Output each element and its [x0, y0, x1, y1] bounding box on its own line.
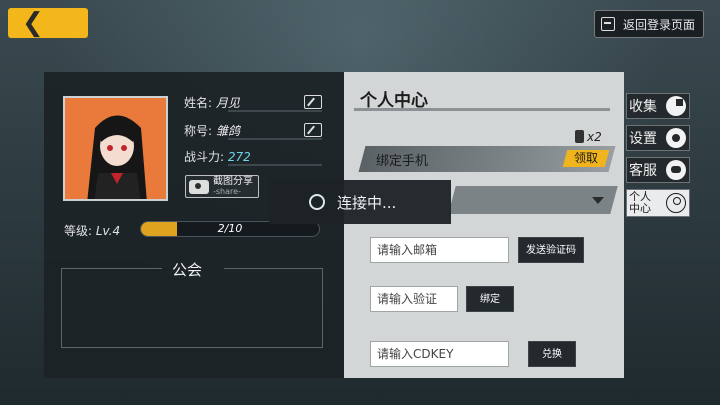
- level-label: 等级:: [64, 224, 93, 238]
- power-value: 272: [227, 150, 251, 164]
- loading-spinner-icon: [309, 194, 325, 210]
- tab-personal-center[interactable]: 个人中心: [626, 189, 690, 217]
- reward-count: x2: [587, 130, 602, 144]
- power-label: 战斗力:: [184, 150, 225, 164]
- claim-label: 领取: [573, 151, 598, 165]
- power-row: 战斗力: 272: [184, 148, 251, 165]
- edit-title-icon[interactable]: [304, 123, 322, 137]
- title-row: 称号: 雏鸽: [184, 122, 240, 139]
- verification-code-field[interactable]: [370, 286, 458, 312]
- chevron-down-icon: [592, 197, 604, 204]
- share-label: 截图分享: [213, 175, 253, 187]
- connecting-toast: 连接中...: [269, 180, 451, 224]
- share-sub: -share-: [213, 186, 241, 196]
- tab-support[interactable]: 客服: [626, 157, 690, 183]
- level-value: Lv.4: [95, 224, 121, 238]
- logout-button[interactable]: 返回登录页面: [594, 10, 704, 38]
- connecting-text: 连接中...: [337, 193, 397, 212]
- tab-label: 设置: [629, 131, 657, 147]
- cdkey-field[interactable]: [370, 341, 509, 367]
- title-value: 雏鸽: [215, 124, 240, 138]
- email-field[interactable]: [370, 237, 509, 263]
- edit-name-icon[interactable]: [304, 95, 322, 109]
- screenshot-share-button[interactable]: 截图分享 -share-: [185, 175, 259, 198]
- tab-label: 个人中心: [629, 190, 651, 215]
- title-divider: [354, 108, 610, 111]
- camera-icon: [189, 179, 209, 194]
- name-row: 姓名: 月见: [184, 94, 240, 111]
- avatar: [63, 96, 168, 201]
- phone-icon: [575, 130, 584, 143]
- user-icon: [666, 193, 686, 213]
- personal-center-panel: [344, 72, 624, 378]
- bind-button[interactable]: 绑定: [466, 286, 514, 312]
- send-code-button[interactable]: 发送验证码: [518, 237, 584, 263]
- tab-settings[interactable]: 设置: [626, 125, 690, 151]
- divider: [228, 164, 322, 166]
- guild-title: 公会: [172, 261, 203, 279]
- title-label: 称号:: [184, 124, 213, 138]
- exp-text: 2/10: [217, 222, 243, 235]
- chat-icon: [666, 160, 686, 180]
- pie-chart-icon: [666, 96, 686, 116]
- tab-collection[interactable]: 收集: [626, 93, 690, 119]
- gear-icon: [666, 128, 686, 148]
- level-row: 等级: Lv.4: [64, 222, 120, 239]
- back-button[interactable]: ❮: [8, 8, 88, 38]
- claim-button[interactable]: 领取: [562, 150, 610, 167]
- tab-label: 客服: [629, 163, 657, 179]
- tab-label: 收集: [629, 99, 657, 115]
- bind-phone-label: 绑定手机: [376, 154, 429, 169]
- name-label: 姓名:: [184, 96, 213, 110]
- exit-door-icon: [601, 17, 615, 31]
- name-value: 月见: [215, 96, 240, 110]
- divider: [228, 110, 322, 112]
- logout-label: 返回登录页面: [623, 17, 696, 32]
- guild-box: [61, 267, 323, 348]
- double-chevron-left-icon: ❮: [22, 8, 44, 38]
- redeem-button[interactable]: 兑换: [528, 341, 576, 367]
- divider: [228, 138, 322, 140]
